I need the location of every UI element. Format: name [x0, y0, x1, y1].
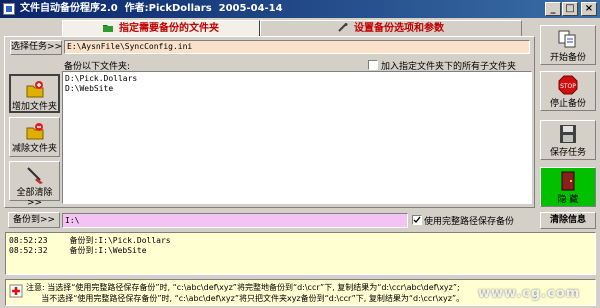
backup-path-field[interactable]: I:\ [62, 213, 408, 228]
note-bar: 注意: 当选择“使用完整路径保存备份”时, “c:\abc\def\xyz”将完… [5, 279, 596, 306]
stop-sign-icon: STOP [558, 75, 578, 95]
list-item[interactable]: D:\Pick.Dollars [65, 74, 529, 84]
stop-backup-button[interactable]: STOP 停止备份 [540, 71, 596, 111]
exit-door-icon [561, 171, 575, 191]
floppy-icon [560, 125, 576, 143]
tab-options[interactable]: 设置备份选项和参数 [260, 20, 522, 37]
use-full-path-label: 使用完整路径保存备份 [424, 217, 515, 227]
maximize-button[interactable]: □ [562, 2, 578, 16]
broom-icon [26, 167, 43, 184]
stop-backup-label: 停止备份 [549, 99, 586, 109]
note-line-2: 当不选择“使用完整路径保存备份”时, “c:\abc\def\xyz”将只把文件… [26, 294, 465, 303]
copy-files-icon [558, 30, 576, 48]
list-item[interactable]: D:\WebSite [65, 84, 529, 94]
checkmark-icon [413, 216, 421, 224]
minimize-button[interactable]: _ [545, 2, 561, 16]
log-time: 08:52:32 [9, 246, 48, 255]
clear-all-button[interactable]: 全部清除>> [9, 161, 60, 208]
backup-to-button[interactable]: 备份到>> [8, 212, 60, 228]
close-button[interactable]: × [581, 2, 597, 16]
include-subfolders-checkbox[interactable] [368, 60, 378, 70]
clear-info-button[interactable]: 清除信息 [540, 212, 596, 229]
task-path-field[interactable]: E:\AysnFile\SyncConfig.ini [64, 40, 530, 54]
remove-folder-icon [26, 123, 43, 140]
tools-icon [338, 23, 348, 32]
start-backup-label: 开始备份 [549, 53, 586, 63]
save-task-button[interactable]: 保存任务 [540, 120, 596, 160]
log-row: 08:52:32 备份到:I:\WebSite [9, 246, 592, 256]
app-icon [3, 3, 15, 15]
log-row: 08:52:23 备份到:I:\Pick.Dollars [9, 236, 592, 246]
note-line-1: 注意: 当选择“使用完整路径保存备份”时, “c:\abc\def\xyz”将完… [26, 283, 460, 292]
save-task-label: 保存任务 [549, 148, 586, 158]
title-bar: 文件自动备份程序2.0 作者:PickDollars 2005-04-14 _ … [0, 0, 600, 18]
hide-button[interactable]: 隐 藏 [540, 167, 596, 207]
add-folder-button[interactable]: 增加文件夹 [9, 74, 60, 113]
svg-text:STOP: STOP [560, 83, 576, 90]
tab-options-label: 设置备份选项和参数 [354, 23, 444, 34]
folder-icon [103, 25, 113, 32]
log-message: 备份到:I:\WebSite [69, 246, 147, 255]
remove-folder-button[interactable]: 减除文件夹 [9, 117, 60, 157]
watermark: www.cg.com [478, 286, 581, 301]
log-time: 08:52:23 [9, 236, 48, 245]
start-backup-button[interactable]: 开始备份 [540, 25, 596, 65]
tab-folders[interactable]: 指定需要备份的文件夹 [62, 20, 260, 37]
hide-label: 隐 藏 [557, 195, 579, 205]
folder-list[interactable]: D:\Pick.Dollars D:\WebSite [62, 71, 532, 204]
log-area: 08:52:23 备份到:I:\Pick.Dollars 08:52:32 备份到:… [5, 232, 596, 275]
medical-kit-icon [9, 284, 23, 298]
tab-folders-label: 指定需要备份的文件夹 [119, 23, 219, 34]
remove-folder-label: 减除文件夹 [11, 144, 57, 154]
clear-all-label: 全部清除>> [16, 188, 53, 208]
add-folder-icon [26, 81, 43, 98]
use-full-path-checkbox[interactable] [412, 215, 422, 225]
log-message: 备份到:I:\Pick.Dollars [69, 236, 171, 245]
add-folder-label: 增加文件夹 [11, 102, 57, 112]
select-task-button[interactable]: 选择任务>> [10, 40, 62, 55]
window-title: 文件自动备份程序2.0 作者:PickDollars 2005-04-14 [20, 3, 283, 14]
